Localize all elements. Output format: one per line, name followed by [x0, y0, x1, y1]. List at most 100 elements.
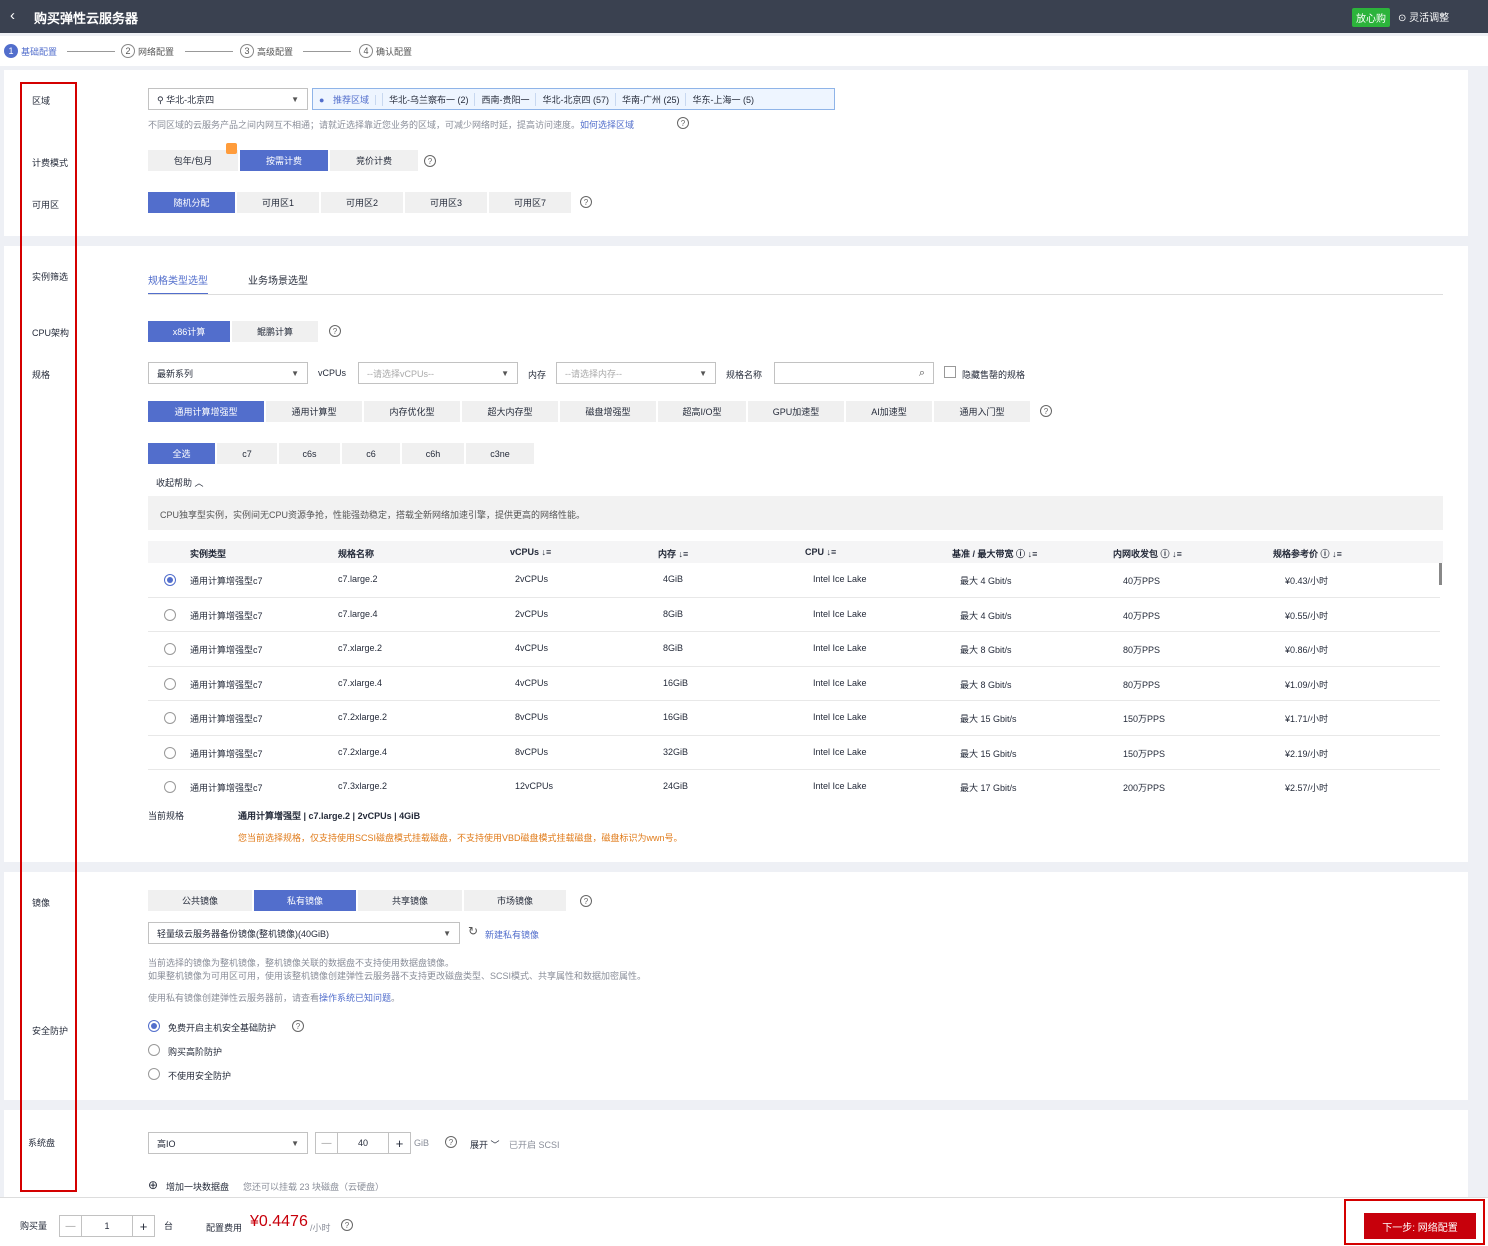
- type-option[interactable]: 磁盘增强型: [560, 401, 656, 422]
- tab-spec-type[interactable]: 规格类型选型: [148, 272, 208, 295]
- row-radio[interactable]: [164, 746, 176, 759]
- region-help-link[interactable]: 如何选择区域: [580, 120, 634, 130]
- sort-icon[interactable]: ↓≡: [1028, 549, 1038, 559]
- sort-icon[interactable]: ↓≡: [542, 547, 552, 557]
- recommend-region-item[interactable]: 华北-北京四 (57): [536, 92, 616, 106]
- family-option[interactable]: c6s: [279, 443, 340, 464]
- type-option[interactable]: AI加速型: [846, 401, 932, 422]
- az-option-selected[interactable]: 随机分配: [148, 192, 235, 213]
- recommend-region-item[interactable]: 华南-广州 (25): [616, 92, 687, 106]
- table-row[interactable]: 通用计算增强型c7 c7.3xlarge.2 12vCPUs 24GiB Intel I…: [148, 770, 1440, 793]
- column-header[interactable]: 内网收发包 ⓘ ↓≡: [1113, 547, 1182, 560]
- os-known-issues-link[interactable]: 操作系统已知问题: [319, 993, 391, 1003]
- row-radio-selected[interactable]: [164, 574, 176, 586]
- add-circle-icon[interactable]: ⊕: [148, 1178, 158, 1192]
- region-select[interactable]: ⚲ 华北-北京四 ▼: [148, 88, 308, 110]
- table-scrollbar[interactable]: [1439, 563, 1442, 585]
- row-radio[interactable]: [164, 712, 176, 724]
- recommend-region-item[interactable]: 华东-上海一 (5): [686, 93, 760, 106]
- cpu-arch-kunpeng[interactable]: 鲲鹏计算: [232, 321, 318, 342]
- sort-icon[interactable]: ↓≡: [1332, 549, 1342, 559]
- billing-option[interactable]: 包年/包月: [148, 150, 238, 171]
- type-option[interactable]: 通用入门型: [934, 401, 1030, 422]
- flexible-adjust-link[interactable]: ⊙ 灵活调整: [1398, 9, 1449, 24]
- quantity-input[interactable]: 1: [82, 1216, 132, 1236]
- az-option[interactable]: 可用区7: [489, 192, 571, 213]
- family-option[interactable]: c3ne: [466, 443, 534, 464]
- billing-option-selected[interactable]: 按需计费: [240, 150, 328, 171]
- family-option[interactable]: c7: [217, 443, 277, 464]
- az-option[interactable]: 可用区1: [237, 192, 319, 213]
- type-option-selected[interactable]: 通用计算增强型: [148, 401, 264, 422]
- chevron-left-icon[interactable]: ‹: [10, 7, 15, 24]
- help-icon[interactable]: ?: [677, 117, 689, 129]
- row-radio[interactable]: [164, 608, 176, 621]
- hide-soldout-checkbox[interactable]: [944, 366, 956, 378]
- table-row[interactable]: 通用计算增强型c7 c7.xlarge.4 4vCPUs 16GiB Intel Ice…: [148, 667, 1440, 701]
- minus-icon[interactable]: —: [60, 1216, 82, 1236]
- expand-link[interactable]: 展开 ﹀: [470, 1138, 500, 1151]
- add-data-disk-link[interactable]: 增加一块数据盘: [166, 1180, 229, 1193]
- tab-scenario[interactable]: 业务场景选型: [248, 272, 308, 287]
- column-header[interactable]: 内存 ↓≡: [658, 547, 688, 560]
- help-icon[interactable]: ?: [329, 325, 341, 337]
- type-option[interactable]: 超大内存型: [462, 401, 558, 422]
- help-icon[interactable]: ?: [424, 155, 436, 167]
- help-icon[interactable]: ?: [580, 895, 592, 907]
- family-option[interactable]: c6h: [402, 443, 464, 464]
- row-radio[interactable]: [164, 643, 176, 655]
- disk-size-input[interactable]: 40: [338, 1133, 388, 1153]
- image-tab-selected[interactable]: 私有镜像: [254, 890, 356, 911]
- billing-option[interactable]: 竞价计费: [330, 150, 418, 171]
- image-tab[interactable]: 市场镜像: [464, 890, 566, 911]
- search-icon[interactable]: ⌕: [919, 367, 925, 380]
- image-tab[interactable]: 公共镜像: [148, 890, 252, 911]
- help-icon[interactable]: ⓘ: [1016, 549, 1025, 559]
- row-radio[interactable]: [164, 781, 176, 793]
- column-header[interactable]: 基准 / 最大带宽 ⓘ ↓≡: [952, 547, 1037, 560]
- spec-name-input[interactable]: ⌕: [774, 362, 934, 384]
- type-option[interactable]: 内存优化型: [364, 401, 460, 422]
- next-network-config-button[interactable]: 下一步: 网络配置: [1364, 1213, 1476, 1239]
- help-icon[interactable]: ?: [580, 196, 592, 208]
- plus-icon[interactable]: +: [132, 1216, 154, 1236]
- image-tab[interactable]: 共享镜像: [358, 890, 462, 911]
- family-option[interactable]: c6: [342, 443, 400, 464]
- security-radio[interactable]: [148, 1068, 160, 1080]
- table-row[interactable]: 通用计算增强型c7 c7.large.4 2vCPUs 8GiB Intel Ice L…: [148, 598, 1440, 632]
- table-row[interactable]: 通用计算增强型c7 c7.xlarge.2 4vCPUs 8GiB Intel Ice …: [148, 632, 1440, 667]
- help-icon[interactable]: ?: [1040, 405, 1052, 417]
- sort-icon[interactable]: ↓≡: [679, 549, 689, 559]
- help-icon[interactable]: ⓘ: [1161, 549, 1170, 559]
- series-select[interactable]: 最新系列 ▼: [148, 362, 308, 384]
- az-option[interactable]: 可用区2: [321, 192, 403, 213]
- plus-icon[interactable]: +: [388, 1133, 410, 1153]
- minus-icon[interactable]: —: [316, 1133, 338, 1153]
- column-header[interactable]: 规格参考价 ⓘ ↓≡: [1273, 547, 1342, 560]
- column-header[interactable]: vCPUs ↓≡: [510, 547, 551, 557]
- refresh-icon[interactable]: ↻: [468, 924, 478, 938]
- type-option[interactable]: GPU加速型: [748, 401, 844, 422]
- memory-select[interactable]: --请选择内存-- ▼: [556, 362, 716, 384]
- new-private-image-link[interactable]: 新建私有镜像: [485, 928, 539, 941]
- table-row[interactable]: 通用计算增强型c7 c7.large.2 2vCPUs 4GiB Intel Ice L…: [148, 563, 1440, 598]
- cpu-arch-x86[interactable]: x86计算: [148, 321, 230, 342]
- table-row[interactable]: 通用计算增强型c7 c7.2xlarge.4 8vCPUs 32GiB Intel Ic…: [148, 736, 1440, 770]
- family-option-selected[interactable]: 全选: [148, 443, 215, 464]
- help-icon[interactable]: ?: [341, 1219, 353, 1231]
- image-select[interactable]: 轻量级云服务器备份镜像(整机镜像)(40GiB) ▼: [148, 922, 460, 944]
- type-option[interactable]: 通用计算型: [266, 401, 362, 422]
- security-radio[interactable]: [148, 1044, 160, 1056]
- security-radio-selected[interactable]: [148, 1020, 160, 1032]
- column-header[interactable]: CPU ↓≡: [805, 547, 836, 557]
- table-row[interactable]: 通用计算增强型c7 c7.2xlarge.2 8vCPUs 16GiB Intel Ic…: [148, 701, 1440, 736]
- recommend-region-item[interactable]: 华北-乌兰察布一 (2): [383, 92, 476, 106]
- help-icon[interactable]: ⓘ: [1321, 549, 1330, 559]
- type-option[interactable]: 超高I/O型: [658, 401, 746, 422]
- collapse-help-link[interactable]: 收起帮助 ︿: [156, 476, 204, 489]
- recommend-region-item[interactable]: 西南-贵阳一: [475, 92, 537, 106]
- help-icon[interactable]: ?: [445, 1136, 457, 1148]
- vcpus-select[interactable]: --请选择vCPUs-- ▼: [358, 362, 518, 384]
- sort-icon[interactable]: ↓≡: [1172, 549, 1182, 559]
- disk-type-select[interactable]: 高IO ▼: [148, 1132, 308, 1154]
